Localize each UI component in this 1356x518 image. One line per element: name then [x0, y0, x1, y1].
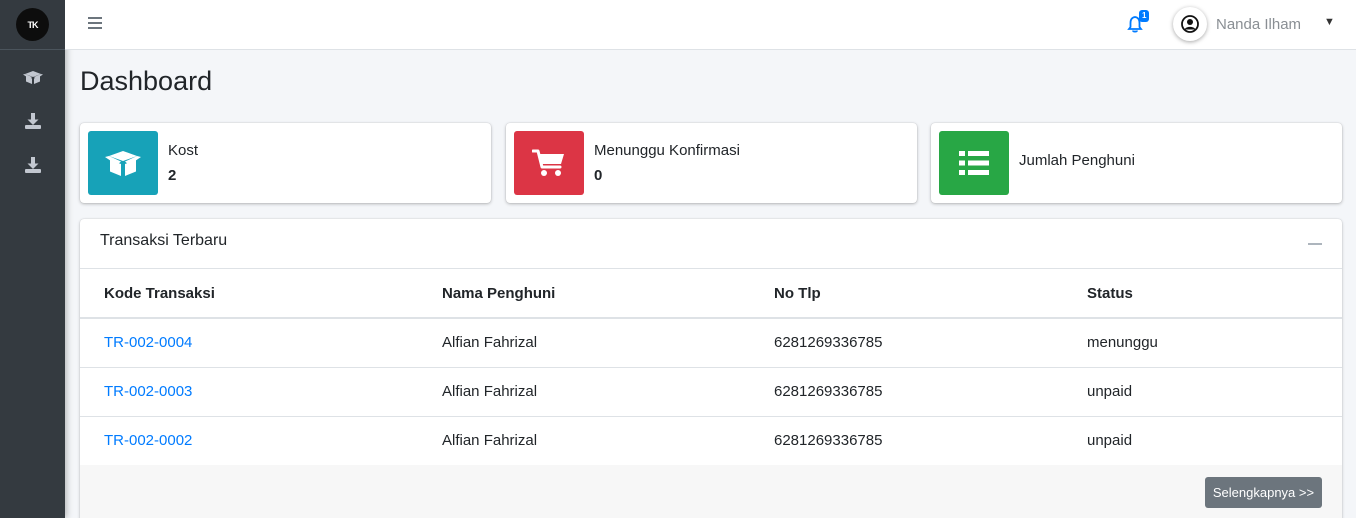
minus-icon: [1308, 243, 1322, 245]
transaction-code-link[interactable]: TR-002-0003: [104, 383, 192, 400]
transaction-code-link[interactable]: TR-002-0002: [104, 432, 192, 449]
user-menu[interactable]: Nanda Ilham: [1173, 4, 1301, 44]
info-box-label: Menunggu Konfirmasi: [594, 142, 740, 159]
cell-nama: Alfian Fahrizal: [442, 432, 538, 450]
brand-logo[interactable]: TK: [16, 8, 49, 41]
info-box-number: 0: [594, 167, 603, 184]
sidebar-item-kost[interactable]: [0, 57, 65, 97]
brand[interactable]: TK: [0, 0, 65, 50]
info-box-icon-bg: [514, 131, 584, 195]
hamburger-icon: [88, 17, 102, 29]
info-box-label: Kost: [168, 142, 199, 159]
info-box-label: Jumlah Penghuni: [1019, 152, 1135, 169]
see-more-button[interactable]: Selengkapnya >>: [1205, 477, 1322, 508]
card-title: Transaksi Terbaru: [100, 232, 228, 249]
sidebar: TK: [0, 0, 65, 518]
shopping-cart-icon: [532, 149, 564, 176]
cell-nama: Alfian Fahrizal: [442, 318, 774, 368]
column-header-kode: Kode Transaksi: [80, 269, 442, 319]
transaction-code-link[interactable]: TR-002-0004: [104, 334, 192, 351]
cell-status: unpaid: [1087, 367, 1342, 417]
cell-nama: Alfian Fahrizal: [442, 367, 774, 417]
page-title: Dashboard: [80, 66, 213, 96]
top-navbar: 1 Nanda Ilham ▼: [65, 0, 1356, 50]
table-row: TR-002-0003 Alfian Fahrizal 628126933678…: [80, 367, 1342, 417]
sidebar-item-download-2[interactable]: [0, 145, 65, 185]
info-box-menunggu-konfirmasi: Menunggu Konfirmasi 0: [506, 123, 917, 203]
download-icon: [24, 113, 41, 129]
recent-transactions-card: Transaksi Terbaru Kode Transaksi Nama Pe…: [80, 219, 1342, 518]
download-icon: [24, 157, 41, 173]
notification-badge: 1: [1139, 10, 1150, 22]
box-open-icon: [22, 71, 43, 84]
menu-toggle-button[interactable]: [87, 14, 105, 32]
card-footer: Selengkapnya >>: [80, 465, 1342, 518]
info-box-kost: Kost 2: [80, 123, 491, 203]
cell-status: menunggu: [1087, 318, 1342, 368]
column-header-nama: Nama Penghuni: [442, 269, 774, 319]
user-circle-icon: [1181, 15, 1199, 33]
table-header-row: Kode Transaksi Nama Penghuni No Tlp Stat…: [80, 269, 1342, 319]
caret-down-icon[interactable]: ▼: [1324, 16, 1335, 28]
info-box-number: 2: [168, 167, 177, 184]
cell-tlp: 6281269336785: [774, 432, 883, 450]
column-header-tlp: No Tlp: [774, 269, 1087, 319]
info-box-icon-bg: [88, 131, 158, 195]
cell-tlp: 6281269336785: [774, 318, 1087, 368]
transactions-table: Kode Transaksi Nama Penghuni No Tlp Stat…: [80, 269, 1342, 465]
sidebar-item-download-1[interactable]: [0, 101, 65, 141]
table-row: TR-002-0002 Alfian Fahrizal 628126933678…: [80, 416, 1342, 465]
list-icon: [959, 151, 989, 175]
box-open-icon: [105, 151, 141, 176]
user-name[interactable]: Nanda Ilham: [1216, 16, 1301, 33]
avatar[interactable]: [1173, 7, 1207, 41]
card-header: Transaksi Terbaru: [80, 219, 1342, 269]
info-box-jumlah-penghuni: Jumlah Penghuni: [931, 123, 1342, 203]
cell-tlp: 6281269336785: [774, 367, 1087, 417]
notification-button[interactable]: 1: [1127, 10, 1151, 35]
info-box-icon-bg: [939, 131, 1009, 195]
cell-status: unpaid: [1087, 432, 1133, 450]
column-header-status: Status: [1087, 269, 1342, 319]
table-row: TR-002-0004 Alfian Fahrizal 628126933678…: [80, 318, 1342, 368]
